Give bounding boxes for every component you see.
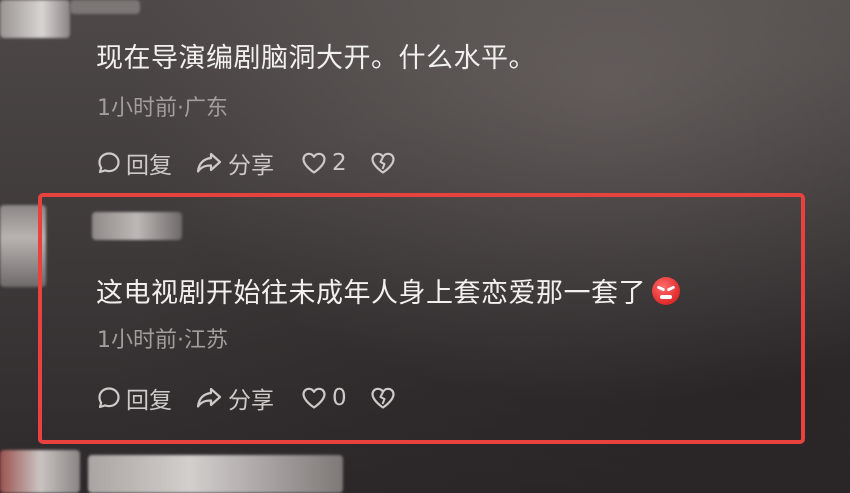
angry-face-emoji: [652, 277, 680, 305]
reply-button[interactable]: 回复: [96, 146, 172, 180]
comment-text: 现在导演编剧脑洞大开。什么水平。: [96, 43, 536, 74]
like-count: 0: [332, 385, 347, 411]
like-button[interactable]: 2: [300, 150, 347, 176]
share-button[interactable]: 分享: [194, 381, 274, 415]
heart-icon: [300, 385, 328, 411]
heart-icon: [300, 150, 328, 176]
share-arrow-icon: [194, 150, 224, 176]
share-arrow-icon: [194, 385, 224, 411]
dislike-button[interactable]: [369, 150, 397, 176]
comment-text-content: 这电视剧开始往未成年人身上套恋爱那一套了: [96, 278, 646, 309]
avatar-blurred-3: [0, 450, 80, 493]
comment-meta: 1小时前·江苏: [97, 328, 228, 353]
comment-actions: 回复 分享 2: [96, 146, 397, 180]
comment-actions: 回复 分享 0: [96, 381, 397, 415]
share-label: 分享: [228, 388, 274, 414]
reply-bubble-icon: [96, 385, 122, 411]
reply-label: 回复: [126, 388, 172, 414]
reply-button[interactable]: 回复: [96, 381, 172, 415]
like-count: 2: [332, 150, 347, 176]
dislike-button[interactable]: [369, 385, 397, 411]
comment-text: 这电视剧开始往未成年人身上套恋爱那一套了: [96, 271, 680, 310]
reply-label: 回复: [126, 153, 172, 179]
reply-bubble-icon: [96, 150, 122, 176]
comment-meta: 1小时前·广东: [97, 96, 228, 121]
avatar-blurred-top: [0, 0, 70, 38]
like-button[interactable]: 0: [300, 385, 347, 411]
share-label: 分享: [228, 153, 274, 179]
broken-heart-icon: [369, 385, 397, 411]
broken-heart-icon: [369, 150, 397, 176]
username-blurred-3: [88, 455, 343, 493]
share-button[interactable]: 分享: [194, 146, 274, 180]
username-blurred-top: [70, 0, 140, 14]
